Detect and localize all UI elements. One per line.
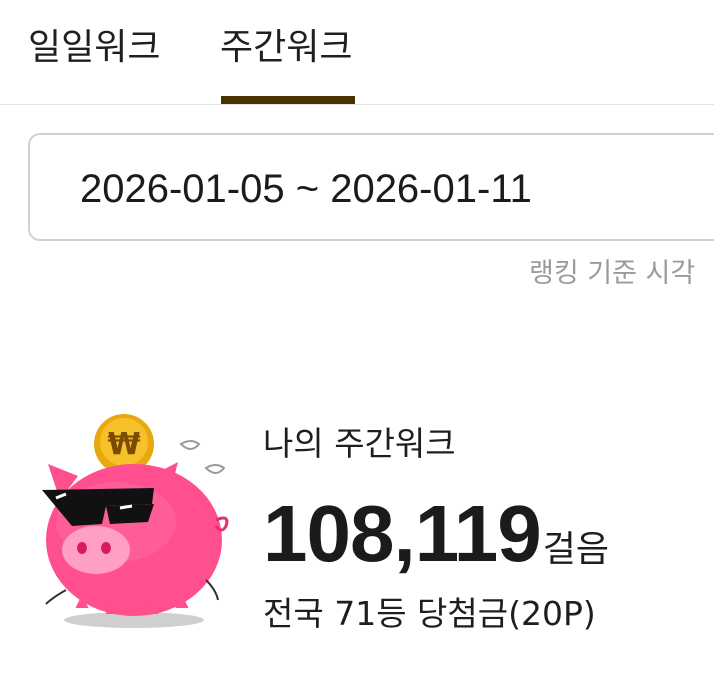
tab-weekly-walk[interactable]: 주간워크 — [220, 24, 352, 80]
coin-symbol: ₩ — [107, 427, 140, 462]
tab-daily-walk[interactable]: 일일워크 — [28, 24, 160, 80]
steps-unit: 걸음 — [542, 529, 610, 570]
rank-and-prize: 전국 71등 당첨금(20P) — [263, 594, 596, 633]
summary-title: 나의 주간워크 — [263, 424, 456, 463]
tabs-divider — [0, 104, 714, 105]
ranking-basis-time-note: 랭킹 기준 시각 — [529, 258, 696, 289]
date-range-text: 2026-01-05 ~ 2026-01-11 — [80, 167, 532, 211]
piggy-bank-icon: ₩ — [42, 414, 229, 628]
date-range-selector[interactable]: 2026-01-05 ~ 2026-01-11 — [28, 133, 714, 241]
steps-row: 108,119걸음 — [263, 486, 609, 582]
tab-bar: 일일워크 주간워크 — [0, 0, 714, 105]
steps-value: 108,119 — [263, 489, 542, 578]
